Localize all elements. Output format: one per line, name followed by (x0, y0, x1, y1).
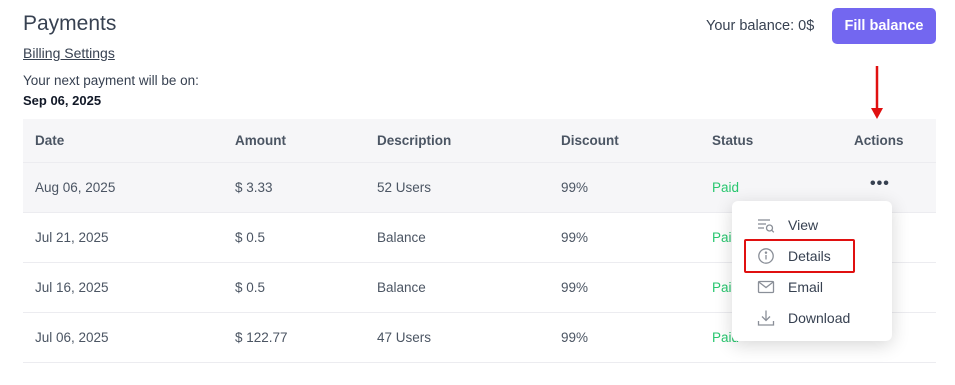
row-description: 47 Users (377, 330, 432, 345)
annotation-arrow-icon (871, 66, 883, 119)
menu-item-label: Download (788, 309, 851, 326)
column-header-date: Date (35, 133, 65, 148)
envelope-icon (757, 278, 775, 296)
table-header: Date Amount Description Discount Status … (23, 119, 936, 163)
row-description: Balance (377, 280, 426, 295)
actions-dropdown-menu: View Details Email Download (732, 201, 892, 341)
row-discount: 99% (561, 330, 589, 345)
row-date: Jul 21, 2025 (35, 230, 109, 245)
menu-item-label: Details (788, 247, 831, 264)
column-header-actions: Actions (854, 133, 904, 148)
row-discount: 99% (561, 230, 589, 245)
row-amount: $ 122.77 (235, 330, 288, 345)
row-status: Paid (712, 180, 740, 195)
page-title: Payments (23, 12, 117, 35)
row-date: Jul 16, 2025 (35, 280, 109, 295)
row-actions-menu-button[interactable]: ••• (870, 175, 890, 193)
column-header-status: Status (712, 133, 754, 148)
column-header-amount: Amount (235, 133, 286, 148)
menu-item-details[interactable]: Details (732, 240, 892, 271)
menu-item-download[interactable]: Download (732, 302, 892, 333)
menu-item-label: Email (788, 278, 824, 295)
balance-text: Your balance: 0$ (706, 18, 815, 34)
row-discount: 99% (561, 180, 589, 195)
menu-item-email[interactable]: Email (732, 271, 892, 302)
fill-balance-button[interactable]: Fill balance (832, 8, 936, 44)
row-description: Balance (377, 230, 426, 245)
info-circle-icon (757, 247, 775, 265)
row-discount: 99% (561, 280, 589, 295)
row-amount: $ 0.5 (235, 230, 266, 245)
next-payment-date: Sep 06, 2025 (23, 93, 102, 108)
row-amount: $ 0.5 (235, 280, 266, 295)
billing-settings-link[interactable]: Billing Settings (23, 45, 115, 61)
next-payment-label: Your next payment will be on: (23, 73, 199, 88)
row-amount: $ 3.33 (235, 180, 273, 195)
download-icon (757, 309, 775, 327)
row-date: Jul 06, 2025 (35, 330, 109, 345)
menu-item-view[interactable]: View (732, 209, 892, 240)
view-list-search-icon (757, 216, 775, 234)
row-date: Aug 06, 2025 (35, 180, 116, 195)
column-header-discount: Discount (561, 133, 619, 148)
column-header-description: Description (377, 133, 452, 148)
menu-item-label: View (788, 216, 819, 233)
row-description: 52 Users (377, 180, 432, 195)
